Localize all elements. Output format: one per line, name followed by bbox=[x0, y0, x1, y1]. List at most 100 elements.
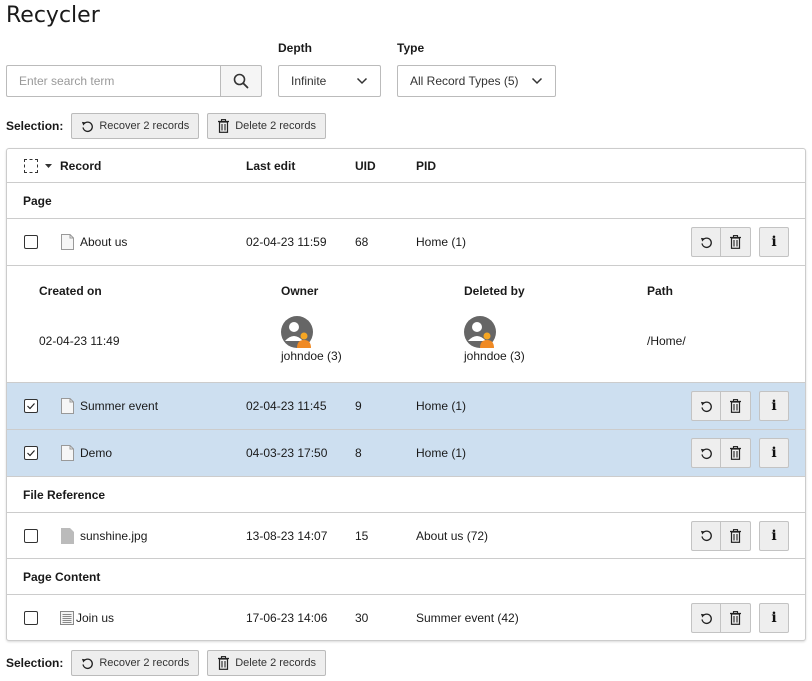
select-all-toggle[interactable] bbox=[24, 149, 52, 182]
record-title[interactable]: Summer event bbox=[80, 399, 158, 413]
undo-icon bbox=[700, 530, 712, 542]
delete-selected-button[interactable]: Delete 2 records bbox=[207, 650, 326, 676]
recover-button[interactable] bbox=[691, 438, 721, 468]
record-title[interactable]: About us bbox=[80, 235, 127, 249]
pid: Home (1) bbox=[416, 235, 467, 249]
trash-icon bbox=[218, 656, 230, 670]
trash-icon bbox=[730, 611, 741, 625]
recover-button[interactable] bbox=[691, 603, 721, 633]
undo-icon bbox=[82, 121, 94, 132]
undo-icon bbox=[700, 613, 712, 624]
info-button[interactable]: i bbox=[759, 391, 789, 421]
recover-selected-button[interactable]: Recover 2 records bbox=[71, 113, 200, 139]
type-label: Type bbox=[397, 41, 425, 55]
select-all-checkbox[interactable] bbox=[24, 158, 38, 173]
record-detail: Created on Owner Deleted by Path 02-04-2… bbox=[7, 266, 805, 383]
undo-icon bbox=[700, 448, 712, 459]
info-button[interactable]: i bbox=[759, 438, 789, 468]
delete-button[interactable] bbox=[721, 391, 751, 421]
search-button[interactable] bbox=[220, 65, 262, 97]
record-title[interactable]: Join us bbox=[76, 611, 114, 625]
row-checkbox[interactable] bbox=[24, 446, 38, 460]
last-edit: 04-03-23 17:50 bbox=[246, 446, 328, 460]
delete-selected-label: Delete 2 records bbox=[235, 120, 316, 132]
detail-created-on: 02-04-23 11:49 bbox=[39, 334, 120, 348]
table-header: Record Last edit UID PID bbox=[7, 149, 805, 183]
row-actions: i bbox=[691, 595, 789, 640]
pid: About us (72) bbox=[416, 528, 489, 543]
info-icon: i bbox=[771, 445, 777, 461]
user-avatar-icon bbox=[281, 316, 313, 348]
row-actions: i bbox=[691, 513, 789, 558]
info-icon: i bbox=[771, 527, 777, 544]
trash-icon bbox=[218, 119, 230, 133]
depth-label: Depth bbox=[278, 41, 312, 55]
record-title[interactable]: Demo bbox=[80, 446, 112, 460]
pid: Home (1) bbox=[416, 399, 467, 413]
owner-name: johndoe (3) bbox=[281, 349, 342, 363]
detail-deleted-by-label: Deleted by bbox=[464, 284, 525, 298]
selection-bar-top: Selection: Recover 2 records Delete 2 re… bbox=[6, 113, 334, 139]
detail-created-on-label: Created on bbox=[39, 284, 102, 298]
type-select[interactable]: All Record Types (5) bbox=[397, 65, 556, 97]
info-button[interactable]: i bbox=[759, 227, 789, 257]
delete-button[interactable] bbox=[721, 603, 751, 633]
chevron-down-icon bbox=[356, 77, 368, 85]
table-row: sunshine.jpg 13-08-23 14:07 15 About us … bbox=[7, 513, 805, 559]
recover-button[interactable] bbox=[691, 227, 721, 257]
uid: 15 bbox=[355, 528, 369, 543]
recover-button[interactable] bbox=[691, 520, 721, 551]
chevron-down-icon bbox=[531, 77, 543, 85]
recover-selected-label: Recover 2 records bbox=[99, 120, 190, 132]
search-input[interactable] bbox=[6, 65, 220, 97]
undo-icon bbox=[700, 237, 712, 248]
checkmark-icon bbox=[27, 403, 35, 410]
depth-select[interactable]: Infinite bbox=[278, 65, 381, 97]
selection-label: Selection: bbox=[6, 656, 64, 670]
pid: Summer event (42) bbox=[416, 611, 519, 625]
table-row: About us 02-04-23 11:59 68 Home (1) i bbox=[7, 219, 805, 266]
page-icon bbox=[61, 445, 74, 461]
delete-selected-button[interactable]: Delete 2 records bbox=[207, 113, 326, 139]
info-button[interactable]: i bbox=[759, 520, 789, 551]
info-button[interactable]: i bbox=[759, 603, 789, 633]
row-checkbox[interactable] bbox=[24, 611, 38, 625]
delete-button[interactable] bbox=[721, 227, 751, 257]
delete-selected-label: Delete 2 records bbox=[235, 657, 316, 669]
column-uid: UID bbox=[355, 158, 376, 173]
detail-owner-label: Owner bbox=[281, 284, 319, 298]
column-pid: PID bbox=[416, 158, 437, 173]
recover-selected-button[interactable]: Recover 2 records bbox=[71, 650, 200, 676]
pid: Home (1) bbox=[416, 446, 467, 460]
record-title[interactable]: sunshine.jpg bbox=[80, 529, 147, 543]
uid: 8 bbox=[355, 446, 362, 460]
row-checkbox[interactable] bbox=[24, 528, 38, 543]
page-icon bbox=[61, 234, 74, 250]
group-title: Page Content bbox=[23, 569, 101, 584]
table-row: Demo 04-03-23 17:50 8 Home (1) i bbox=[7, 430, 805, 477]
delete-button[interactable] bbox=[721, 438, 751, 468]
detail-owner: johndoe (3) bbox=[281, 316, 342, 363]
page-icon bbox=[61, 398, 74, 414]
column-record: Record bbox=[60, 158, 102, 173]
deleted-by-name: johndoe (3) bbox=[464, 349, 525, 363]
user-avatar-icon bbox=[464, 316, 496, 348]
row-checkbox[interactable] bbox=[24, 235, 38, 249]
row-checkbox[interactable] bbox=[24, 399, 38, 413]
content-text-icon bbox=[60, 611, 74, 625]
caret-down-icon bbox=[45, 163, 52, 168]
info-icon: i bbox=[771, 610, 777, 626]
type-selected-value: All Record Types (5) bbox=[410, 74, 519, 88]
file-icon bbox=[61, 527, 74, 544]
delete-button[interactable] bbox=[721, 520, 751, 551]
table-row: Summer event 02-04-23 11:45 9 Home (1) i bbox=[7, 383, 805, 430]
last-edit: 02-04-23 11:59 bbox=[246, 235, 327, 249]
search-icon bbox=[233, 73, 249, 89]
info-icon: i bbox=[771, 234, 777, 250]
depth-selected-value: Infinite bbox=[291, 74, 327, 88]
selection-bar-bottom: Selection: Recover 2 records Delete 2 re… bbox=[6, 650, 334, 676]
checkmark-icon bbox=[27, 450, 35, 457]
search-group bbox=[6, 65, 262, 97]
detail-path: /Home/ bbox=[647, 334, 686, 348]
recover-button[interactable] bbox=[691, 391, 721, 421]
